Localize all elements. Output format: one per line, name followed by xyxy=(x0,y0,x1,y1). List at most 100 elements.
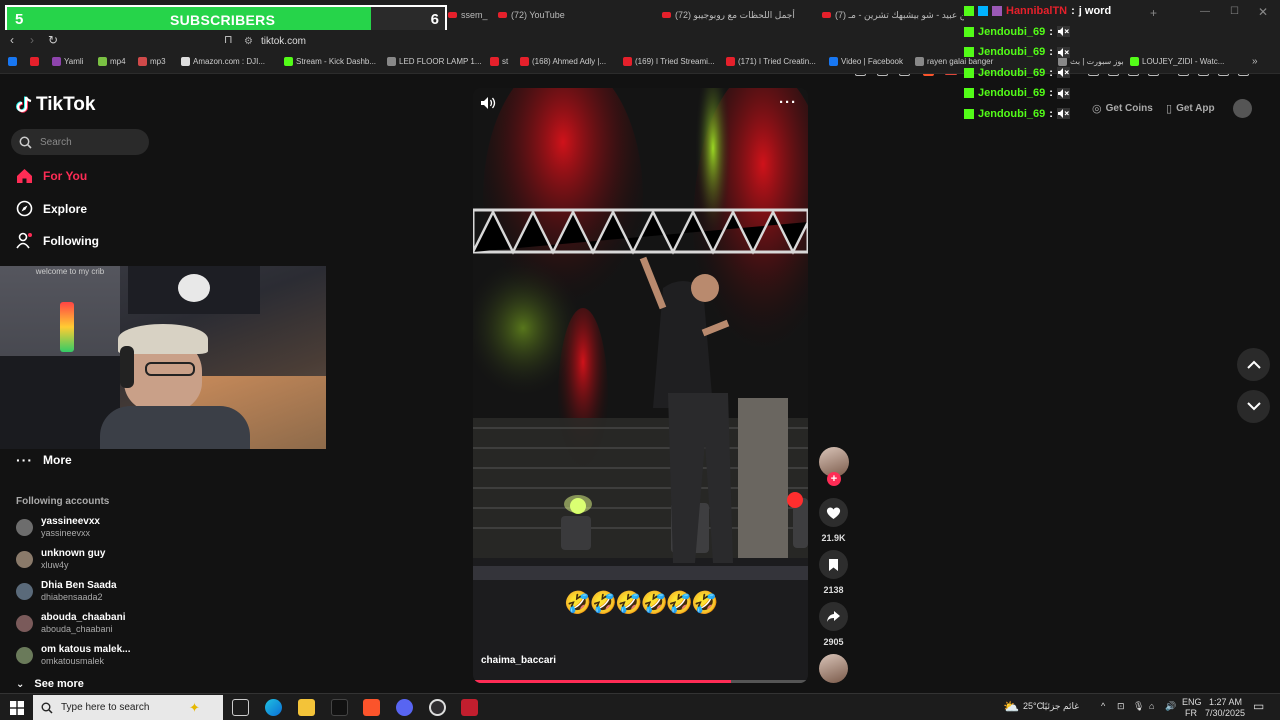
following-account[interactable]: unknown guy xluw4y xyxy=(16,547,156,575)
app-icon[interactable] xyxy=(461,699,478,716)
tiktok-logo[interactable]: TikTok xyxy=(16,94,95,116)
bookmark-icon[interactable]: ⊓ xyxy=(224,33,233,46)
bookmark-item[interactable]: (169) I Tried Streami... xyxy=(623,57,715,66)
chat-colon: : xyxy=(1049,87,1053,99)
bookmark-item[interactable]: (168) Ahmed Adly |... xyxy=(520,57,606,66)
bookmark-favicon-icon xyxy=(726,57,735,66)
file-explorer-icon[interactable] xyxy=(298,699,315,716)
nav-explore[interactable]: Explore xyxy=(16,200,87,217)
following-account[interactable]: yassineevxx yassineevxx xyxy=(16,515,156,543)
taskbar-search-input[interactable] xyxy=(61,702,181,713)
sound-disc-avatar[interactable] xyxy=(819,654,848,683)
share-button[interactable] xyxy=(819,602,848,631)
bookmark-item[interactable] xyxy=(8,57,20,66)
chat-username[interactable]: Jendoubi_69 xyxy=(978,46,1045,58)
previous-video-button[interactable] xyxy=(1237,348,1270,381)
chat-username[interactable]: HannibalTN xyxy=(1006,5,1067,17)
chat-username[interactable]: Jendoubi_69 xyxy=(978,87,1045,99)
video-author[interactable]: chaima_baccari xyxy=(481,655,556,666)
volume-icon[interactable] xyxy=(480,96,496,115)
bookmark-item[interactable]: (171) I Tried Creatin... xyxy=(726,57,816,66)
nav-for-you[interactable]: For You xyxy=(16,168,87,184)
back-icon[interactable]: ‹ xyxy=(10,33,14,47)
following-account[interactable]: om katous malek... omkatousmalek xyxy=(16,643,156,671)
chevron-up-icon xyxy=(1246,360,1261,369)
get-app-button[interactable]: ▯ Get App xyxy=(1166,96,1215,120)
nav-more[interactable]: ··· More xyxy=(16,452,72,468)
bookmark-label: LOUJEY_ZIDI - Watc... xyxy=(1142,57,1225,66)
nav-more-label: More xyxy=(43,453,72,467)
url-bar[interactable]: ⚙ tiktok.com xyxy=(244,32,844,50)
following-account[interactable]: Dhia Ben Saada dhiabensaada2 xyxy=(16,579,156,607)
browser-tab[interactable]: (72) أجمل اللحظات مع روبوجيبو xyxy=(662,5,810,25)
search-input[interactable] xyxy=(40,136,140,148)
profile-avatar[interactable] xyxy=(1233,99,1252,118)
notification-icon[interactable]: ▭ xyxy=(1253,699,1264,713)
bookmark-item[interactable]: Yamli xyxy=(52,57,83,66)
forward-icon[interactable]: › xyxy=(30,33,34,47)
tiktok-app-icon[interactable] xyxy=(331,699,348,716)
chat-username[interactable]: Jendoubi_69 xyxy=(978,26,1045,38)
bookmark-item[interactable]: st xyxy=(490,57,508,66)
bookmark-item[interactable]: Video | Facebook xyxy=(829,57,903,66)
brave-browser-icon[interactable] xyxy=(363,699,380,716)
windows-start-icon[interactable] xyxy=(10,701,24,715)
bookmark-favicon-icon xyxy=(52,57,61,66)
video-player[interactable]: ··· 🤣🤣🤣🤣🤣🤣 chaima_baccari xyxy=(473,88,808,683)
windows-taskbar: ✦ ⛅ 25°C غائم جزئيًا ^ ⊡ 🎙 ⌂ 🔊 ENG FR 1:… xyxy=(0,693,1280,720)
taskbar-search[interactable]: ✦ xyxy=(33,695,223,720)
reload-icon[interactable]: ↻ xyxy=(48,33,58,47)
tray-mic-icon[interactable]: 🎙 xyxy=(1133,701,1144,712)
browser-tab[interactable]: زين عبيد - شو بيشبهك تشرين - مـ (7) xyxy=(822,5,964,25)
following-account[interactable]: abouda_chaabani abouda_chaabani xyxy=(16,611,156,639)
avatar xyxy=(16,551,33,568)
tray-chevron-up-icon[interactable]: ^ xyxy=(1101,701,1105,711)
weather-desc[interactable]: غائم جزئيًا xyxy=(1042,701,1079,712)
clock-time[interactable]: 1:27 AM xyxy=(1209,697,1242,707)
tray-wifi-icon[interactable]: ⌂ xyxy=(1149,701,1154,711)
get-coins-button[interactable]: ◎ Get Coins xyxy=(1092,96,1153,120)
bookmark-item[interactable] xyxy=(30,57,42,66)
close-window-button[interactable]: ✕ xyxy=(1258,5,1268,19)
edge-icon[interactable] xyxy=(265,699,282,716)
bookmark-item[interactable]: بوز سبورت | بث xyxy=(1058,57,1124,66)
browser-tab[interactable]: (72) YouTube xyxy=(498,5,588,25)
video-menu-icon[interactable]: ··· xyxy=(779,94,797,111)
language-fr[interactable]: FR xyxy=(1185,708,1197,718)
like-button[interactable] xyxy=(819,498,848,527)
chat-username[interactable]: Jendoubi_69 xyxy=(978,108,1045,120)
search-box[interactable] xyxy=(11,129,149,155)
obs-icon[interactable] xyxy=(429,699,446,716)
video-progress[interactable] xyxy=(473,680,808,683)
bookmark-item[interactable]: rayen galai banger xyxy=(915,57,993,66)
weather-temp[interactable]: 25°C xyxy=(1023,701,1043,711)
bookmark-item[interactable]: Stream - Kick Dashb... xyxy=(284,57,376,66)
bookmark-label: Stream - Kick Dashb... xyxy=(296,57,377,66)
minimize-button[interactable]: — xyxy=(1200,6,1210,17)
bookmark-item[interactable]: LOUJEY_ZIDI - Watc... xyxy=(1130,57,1224,66)
browser-tab-label: (72) أجمل اللحظات مع روبوجيبو xyxy=(675,9,795,20)
language-eng[interactable]: ENG xyxy=(1182,697,1202,707)
bookmark-item[interactable]: Amazon.com : DJI... xyxy=(181,57,265,66)
compass-icon xyxy=(16,200,33,217)
chat-username[interactable]: Jendoubi_69 xyxy=(978,67,1045,79)
nav-following[interactable]: Following xyxy=(16,232,99,249)
see-more-button[interactable]: ⌄ See more xyxy=(16,678,84,690)
tray-network-icon[interactable]: ⊡ xyxy=(1117,701,1125,712)
bookmark-item[interactable]: LED FLOOR LAMP 1... xyxy=(387,57,482,66)
maximize-button[interactable]: ☐ xyxy=(1230,6,1239,17)
new-tab-button[interactable]: + xyxy=(1150,6,1157,20)
share-arrow-icon xyxy=(827,611,840,622)
tray-volume-icon[interactable]: 🔊 xyxy=(1165,701,1176,712)
browser-tab[interactable]: ssem_m xyxy=(448,5,488,25)
bookmark-item[interactable]: mp3 xyxy=(138,57,166,66)
bookmark-item[interactable]: mp4 xyxy=(98,57,126,66)
next-video-button[interactable] xyxy=(1237,390,1270,423)
task-view-icon[interactable] xyxy=(232,699,249,716)
follow-plus-icon[interactable]: + xyxy=(827,472,841,486)
discord-icon[interactable] xyxy=(396,699,413,716)
bookmarks-overflow-icon[interactable]: » xyxy=(1252,56,1258,67)
clock-date[interactable]: 7/30/2025 xyxy=(1205,708,1245,718)
save-button[interactable] xyxy=(819,550,848,579)
site-info-icon[interactable]: ⚙ xyxy=(244,36,253,47)
